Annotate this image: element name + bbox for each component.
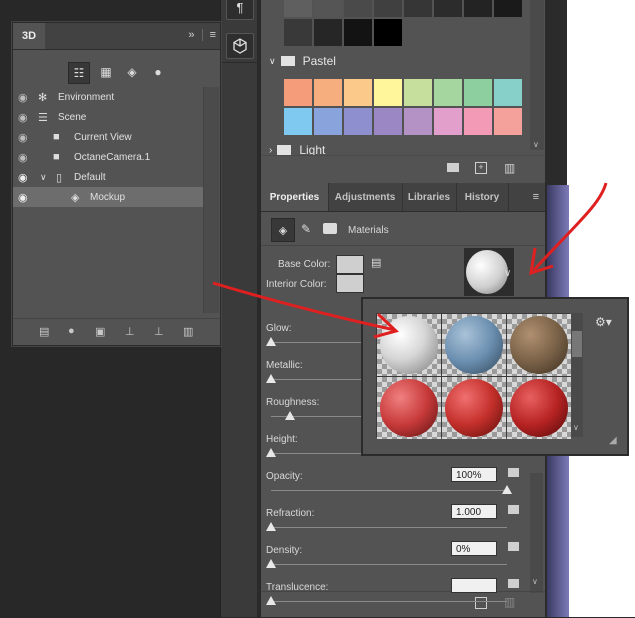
annotation-arrow-left — [212, 281, 396, 332]
annotation-arrows — [212, 182, 608, 339]
annotation-arrow-right — [532, 182, 608, 272]
